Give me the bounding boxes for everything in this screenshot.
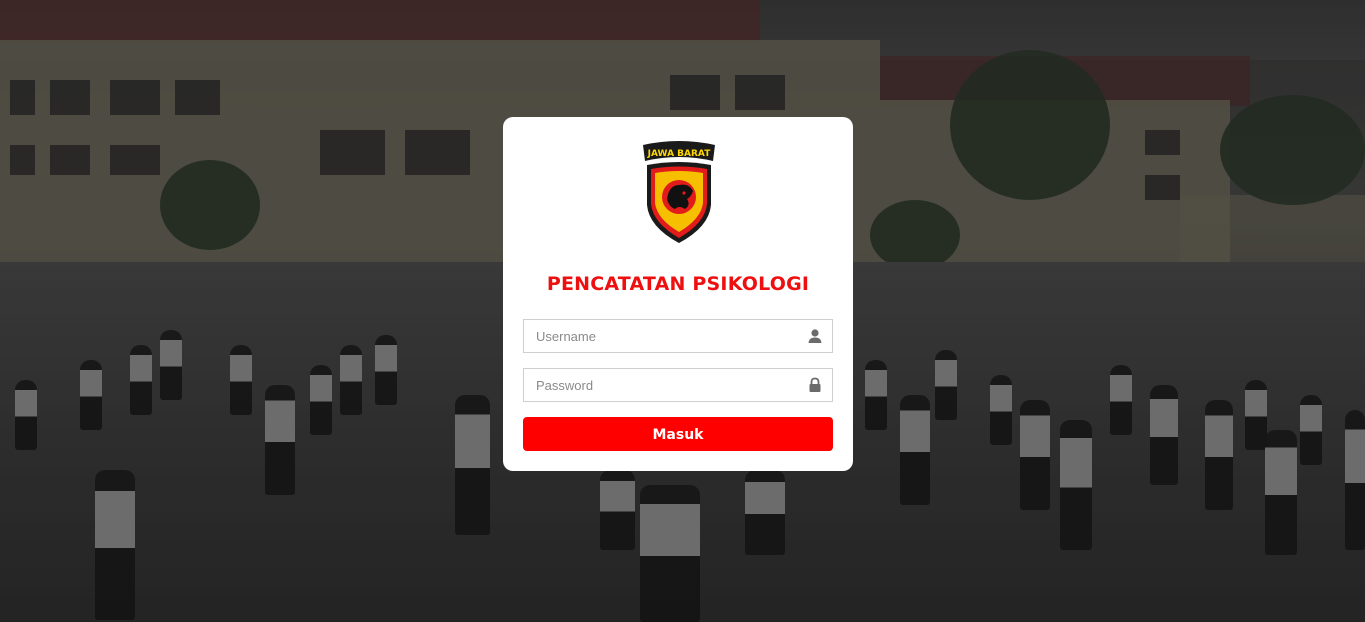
login-card: JAWA BARAT PENCATATAN PSIKOLOGI Masuk bbox=[503, 117, 853, 471]
login-button[interactable]: Masuk bbox=[523, 417, 833, 451]
user-icon bbox=[808, 329, 822, 343]
password-input[interactable] bbox=[524, 369, 806, 401]
police-emblem-logo: JAWA BARAT bbox=[643, 141, 715, 243]
logo-banner-text: JAWA BARAT bbox=[647, 149, 712, 159]
username-input[interactable] bbox=[524, 320, 806, 352]
username-field-wrapper bbox=[523, 319, 833, 353]
password-field-wrapper bbox=[523, 368, 833, 402]
lock-icon bbox=[809, 377, 821, 392]
page-title: PENCATATAN PSIKOLOGI bbox=[546, 273, 810, 295]
